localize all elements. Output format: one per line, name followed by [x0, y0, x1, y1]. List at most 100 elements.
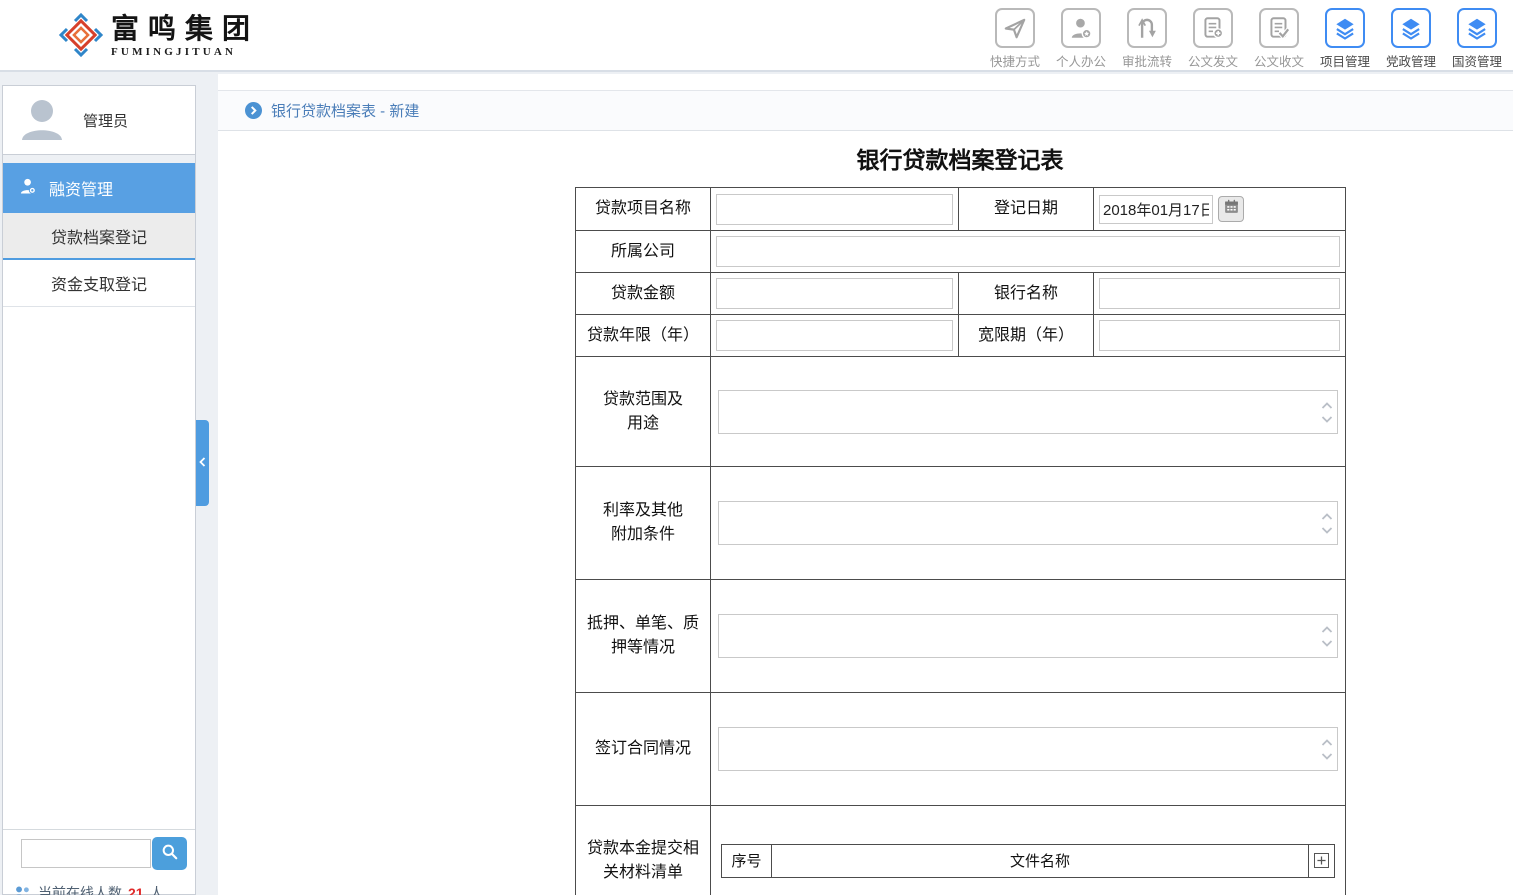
label-amount: 贷款金额: [576, 273, 711, 315]
label-mortgage: 抵押、单笔、质 押等情况: [576, 580, 711, 693]
toolbar-label: 项目管理: [1320, 51, 1370, 70]
loan-years-field[interactable]: [716, 320, 953, 351]
left-sidebar: 管理员 融资管理 贷款档案登记 资金支取登记: [2, 85, 196, 895]
sidebar-divider: [3, 155, 195, 163]
logo-title-cn: 富鸣集团: [111, 11, 259, 46]
app-window: 富鸣集团 FUMINGJITUAN 快捷方式: [0, 0, 1513, 895]
table-row: 贷款金额 银行名称: [576, 273, 1346, 315]
loan-project-name-field[interactable]: [716, 194, 953, 225]
contract-signing-textarea[interactable]: [719, 728, 1337, 770]
chevron-left-icon: [199, 454, 206, 472]
sidebar-search-input[interactable]: [21, 839, 151, 868]
label-company: 所属公司: [576, 231, 711, 273]
interest-conditions-textarea[interactable]: [719, 502, 1337, 544]
toolbar-item-approval-flow[interactable]: 审批流转: [1114, 8, 1180, 70]
loan-scope-textarea[interactable]: [719, 391, 1337, 433]
materials-table: 序号 文件名称: [721, 844, 1335, 878]
label-interest: 利率及其他 附加条件: [576, 467, 711, 580]
label-bank: 银行名称: [959, 273, 1094, 315]
breadcrumb-arrow-icon: [245, 102, 262, 119]
uturn-arrows-icon: [1127, 8, 1167, 48]
loan-amount-field[interactable]: [716, 278, 953, 309]
toolbar-label: 公文发文: [1188, 51, 1238, 70]
add-material-button[interactable]: [1314, 853, 1329, 868]
toolbar-item-party-mgmt[interactable]: 党政管理: [1378, 8, 1444, 70]
knot-logo-icon: [57, 11, 105, 64]
table-row: 贷款项目名称 登记日期: [576, 188, 1346, 231]
document-check-icon: [1259, 8, 1299, 48]
label-scope: 贷款范围及 用途: [576, 357, 711, 467]
sidebar-collapse-handle[interactable]: [196, 420, 209, 506]
toolbar-label: 审批流转: [1122, 51, 1172, 70]
toolbar-label: 党政管理: [1386, 51, 1436, 70]
breadcrumb[interactable]: 银行贷款档案表 - 新建: [271, 100, 419, 121]
breadcrumb-bar: 银行贷款档案表 - 新建: [218, 90, 1513, 131]
label-contract: 签订合同情况: [576, 693, 711, 806]
bank-name-field[interactable]: [1099, 278, 1340, 309]
scroll-down-icon[interactable]: [1321, 410, 1333, 428]
toolbar-label: 国资管理: [1452, 51, 1502, 70]
toolbar-item-personal-office[interactable]: 个人办公: [1048, 8, 1114, 70]
logo-title-en: FUMINGJITUAN: [111, 46, 259, 58]
company-logo: 富鸣集团 FUMINGJITUAN: [57, 11, 259, 64]
sidebar-subitem-label: 资金支取登记: [51, 271, 147, 295]
sidebar-item-label: 融资管理: [49, 176, 113, 200]
layers-icon: [1325, 8, 1365, 48]
label-grace: 宽限期（年）: [959, 315, 1094, 357]
label-project-name: 贷款项目名称: [576, 188, 711, 231]
loan-form-table: 贷款项目名称 登记日期: [575, 187, 1346, 895]
layers-icon: [1457, 8, 1497, 48]
top-header: 富鸣集团 FUMINGJITUAN 快捷方式: [0, 0, 1513, 72]
date-picker-button[interactable]: [1218, 196, 1244, 222]
online-suffix: 人: [150, 883, 164, 895]
person-badge-icon: [18, 176, 38, 201]
online-prefix: 当前在线人数: [38, 883, 122, 895]
sidebar-search-section: [3, 829, 195, 875]
main-content: 银行贷款档案表 - 新建 银行贷款档案登记表 贷款项目名称 登记日期: [218, 74, 1513, 895]
page-title: 银行贷款档案登记表: [575, 141, 1345, 175]
paper-plane-icon: [995, 8, 1035, 48]
label-years: 贷款年限（年）: [576, 315, 711, 357]
mortgage-pledge-textarea[interactable]: [719, 615, 1337, 657]
table-row: 贷款本金提交相 关材料清单 序号 文件名称: [576, 806, 1346, 895]
scroll-down-icon[interactable]: [1321, 521, 1333, 539]
user-avatar: [15, 92, 69, 149]
online-users-status: 当前在线人数 21 人: [13, 883, 164, 895]
document-plus-icon: [1193, 8, 1233, 48]
company-field[interactable]: [716, 236, 1340, 267]
scroll-down-icon[interactable]: [1321, 747, 1333, 765]
table-row: 抵押、单笔、质 押等情况: [576, 580, 1346, 693]
toolbar-label: 快捷方式: [990, 51, 1040, 70]
toolbar-label: 个人办公: [1056, 51, 1106, 70]
toolbar-item-project-mgmt[interactable]: 项目管理: [1312, 8, 1378, 70]
materials-col-seq: 序号: [722, 844, 772, 877]
label-register-date: 登记日期: [959, 188, 1094, 231]
toolbar-item-doc-receive[interactable]: 公文收文: [1246, 8, 1312, 70]
sidebar-subitem-fund-withdrawal[interactable]: 资金支取登记: [3, 260, 195, 307]
sidebar-search-button[interactable]: [152, 837, 187, 870]
toolbar-item-doc-dispatch[interactable]: 公文发文: [1180, 8, 1246, 70]
scroll-down-icon[interactable]: [1321, 634, 1333, 652]
table-row: 签订合同情况: [576, 693, 1346, 806]
online-count: 21: [128, 885, 144, 895]
materials-header-row: 序号 文件名称: [722, 844, 1335, 877]
table-row: 贷款范围及 用途: [576, 357, 1346, 467]
sidebar-item-financing[interactable]: 融资管理: [3, 163, 195, 213]
user-card: 管理员: [3, 86, 195, 155]
toolbar-item-shortcuts[interactable]: 快捷方式: [982, 8, 1048, 70]
person-star-icon: [1061, 8, 1101, 48]
grace-period-field[interactable]: [1099, 320, 1340, 351]
calendar-icon: [1223, 198, 1240, 220]
register-date-field[interactable]: [1099, 195, 1213, 224]
module-toolbar: 快捷方式 个人办公: [982, 8, 1510, 70]
users-icon: [13, 885, 32, 895]
label-materials: 贷款本金提交相 关材料清单: [576, 806, 711, 895]
sidebar-subitem-loan-archive[interactable]: 贷款档案登记: [3, 213, 195, 260]
user-name: 管理员: [83, 110, 128, 131]
sidebar-subitem-label: 贷款档案登记: [51, 224, 147, 248]
table-row: 所属公司: [576, 231, 1346, 273]
search-icon: [160, 842, 180, 865]
materials-col-file: 文件名称: [772, 844, 1309, 877]
toolbar-item-state-asset-mgmt[interactable]: 国资管理: [1444, 8, 1510, 70]
layers-icon: [1391, 8, 1431, 48]
